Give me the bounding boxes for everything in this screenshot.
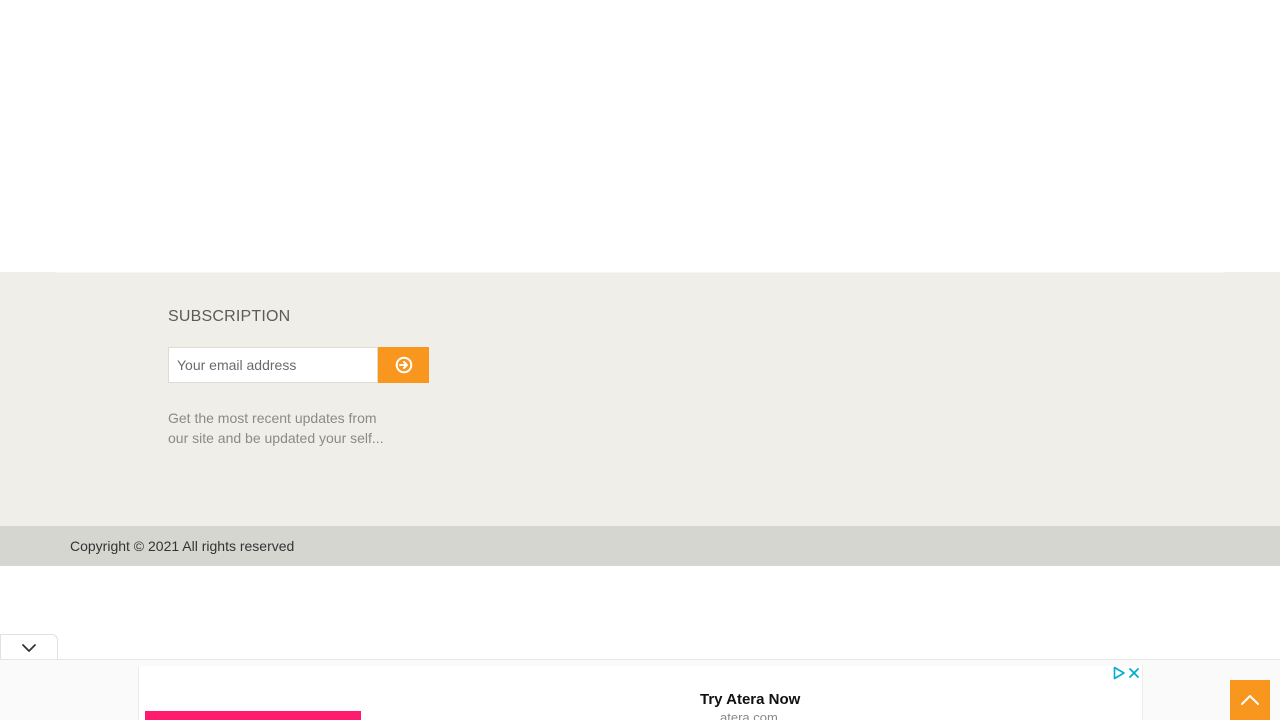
footer-divider	[55, 272, 1225, 273]
ad-title[interactable]: Try Atera Now	[700, 691, 800, 708]
copyright-text: Copyright © 2021 All rights reserved	[70, 538, 295, 554]
subscription-title: SUBSCRIPTION	[168, 308, 291, 325]
adchoices-play-icon[interactable]	[1112, 666, 1126, 680]
chevron-down-icon	[22, 643, 36, 652]
page: SUBSCRIPTION Get the most recent updates…	[0, 0, 1280, 720]
scroll-to-top-button[interactable]	[1230, 680, 1270, 720]
subscription-description: Get the most recent updates from our sit…	[168, 410, 384, 446]
close-icon[interactable]	[1127, 666, 1141, 680]
content-area	[0, 0, 1280, 272]
ad-domain[interactable]: atera.com	[720, 710, 778, 720]
circle-arrow-right-icon	[395, 356, 412, 374]
ad-banner: Try Atera Now atera.com	[0, 659, 1280, 720]
footer-widgets: SUBSCRIPTION Get the most recent updates…	[0, 272, 1280, 526]
chevron-up-icon	[1241, 695, 1259, 705]
email-input[interactable]	[168, 347, 378, 383]
subscription-form	[168, 347, 429, 383]
copyright-bar: Copyright © 2021 All rights reserved	[0, 526, 1280, 566]
subscribe-button[interactable]	[378, 347, 429, 383]
ad-collapse-button[interactable]	[0, 634, 58, 660]
ad-content[interactable]: Try Atera Now atera.com	[138, 666, 1143, 720]
ad-image[interactable]	[145, 711, 361, 720]
